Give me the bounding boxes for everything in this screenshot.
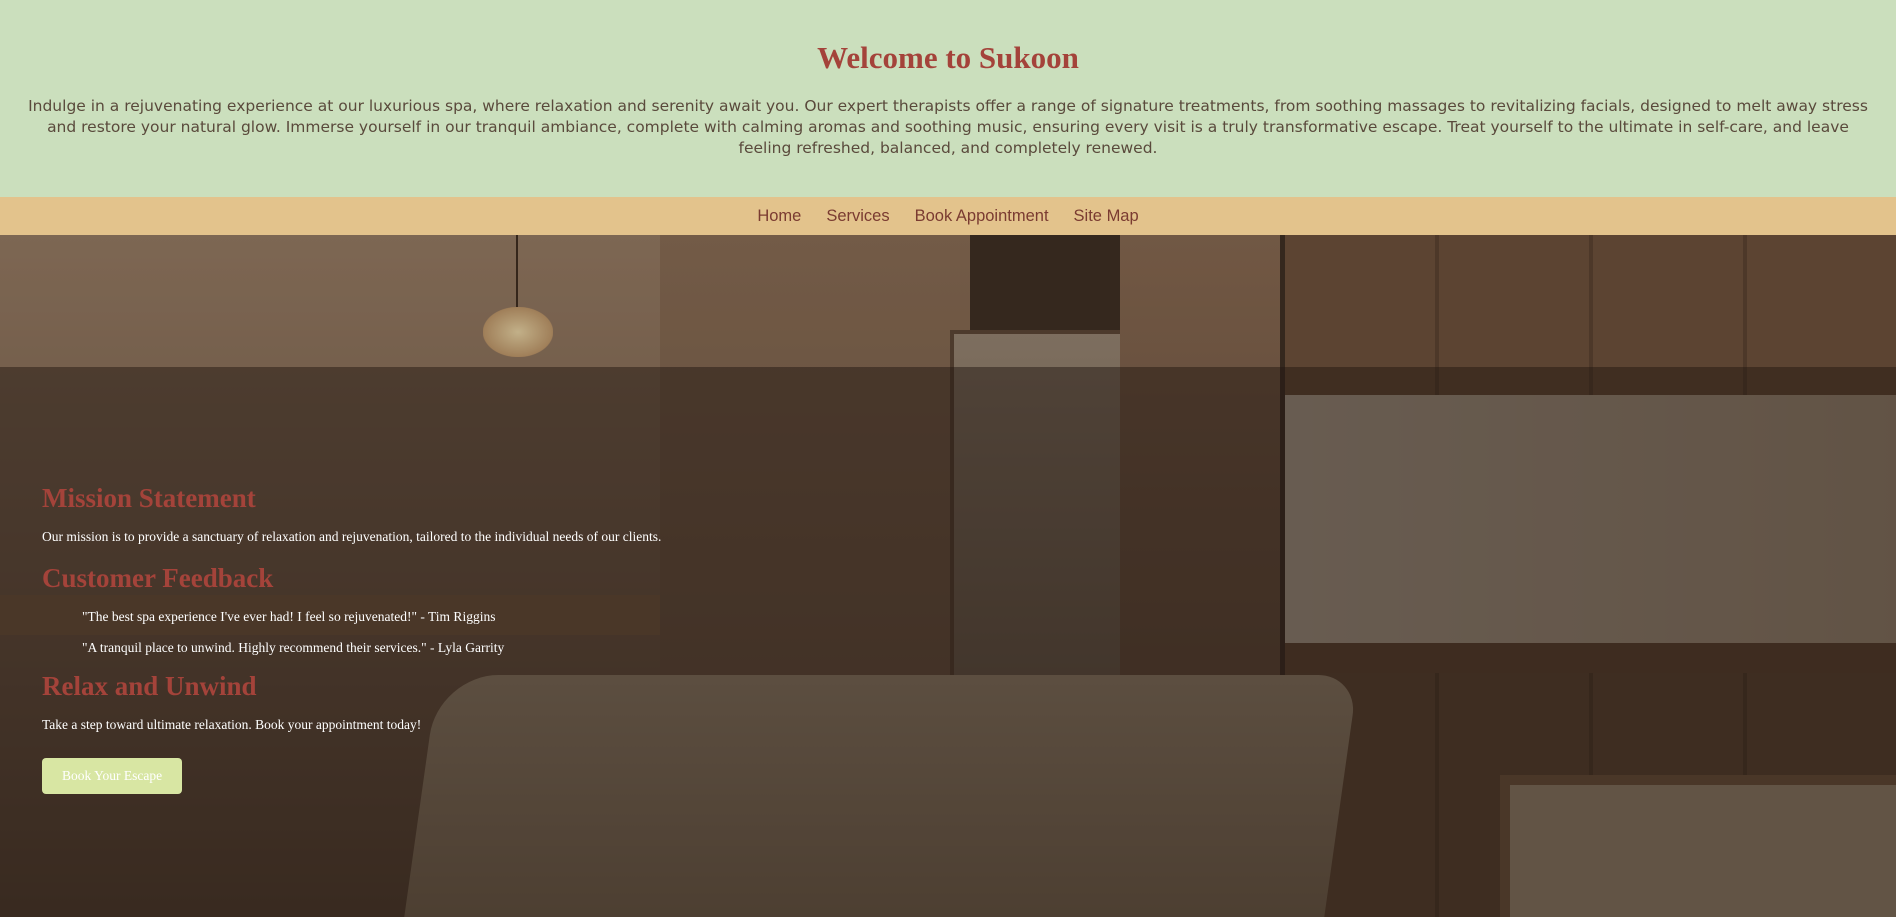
relax-heading: Relax and Unwind	[42, 671, 257, 701]
main-nav: Home Services Book Appointment Site Map	[0, 197, 1896, 235]
site-header: Welcome to Sukoon Indulge in a rejuvenat…	[0, 0, 1896, 197]
feedback-item: "The best spa experience I've ever had! …	[82, 609, 496, 624]
feedback-list: "The best spa experience I've ever had! …	[42, 608, 942, 657]
hero-overlay-light	[0, 235, 1896, 367]
nav-site-map-link[interactable]: Site Map	[1074, 207, 1139, 226]
mission-text: Our mission is to provide a sanctuary of…	[42, 529, 662, 544]
book-your-escape-button[interactable]: Book Your Escape	[42, 758, 183, 794]
mission-heading: Mission Statement	[42, 483, 256, 513]
nav-book-appointment-link[interactable]: Book Appointment	[915, 207, 1049, 226]
nav-services-link[interactable]: Services	[826, 207, 889, 226]
hero-section: Mission Statement Our mission is to prov…	[0, 235, 1896, 917]
feedback-item: "A tranquil place to unwind. Highly reco…	[82, 640, 505, 655]
hero-content: Mission Statement Our mission is to prov…	[42, 482, 942, 794]
feedback-heading: Customer Feedback	[42, 563, 274, 593]
intro-paragraph: Indulge in a rejuvenating experience at …	[28, 97, 1868, 157]
relax-text: Take a step toward ultimate relaxation. …	[42, 717, 422, 732]
nav-home-link[interactable]: Home	[757, 207, 801, 226]
page-title: Welcome to Sukoon	[817, 40, 1079, 75]
